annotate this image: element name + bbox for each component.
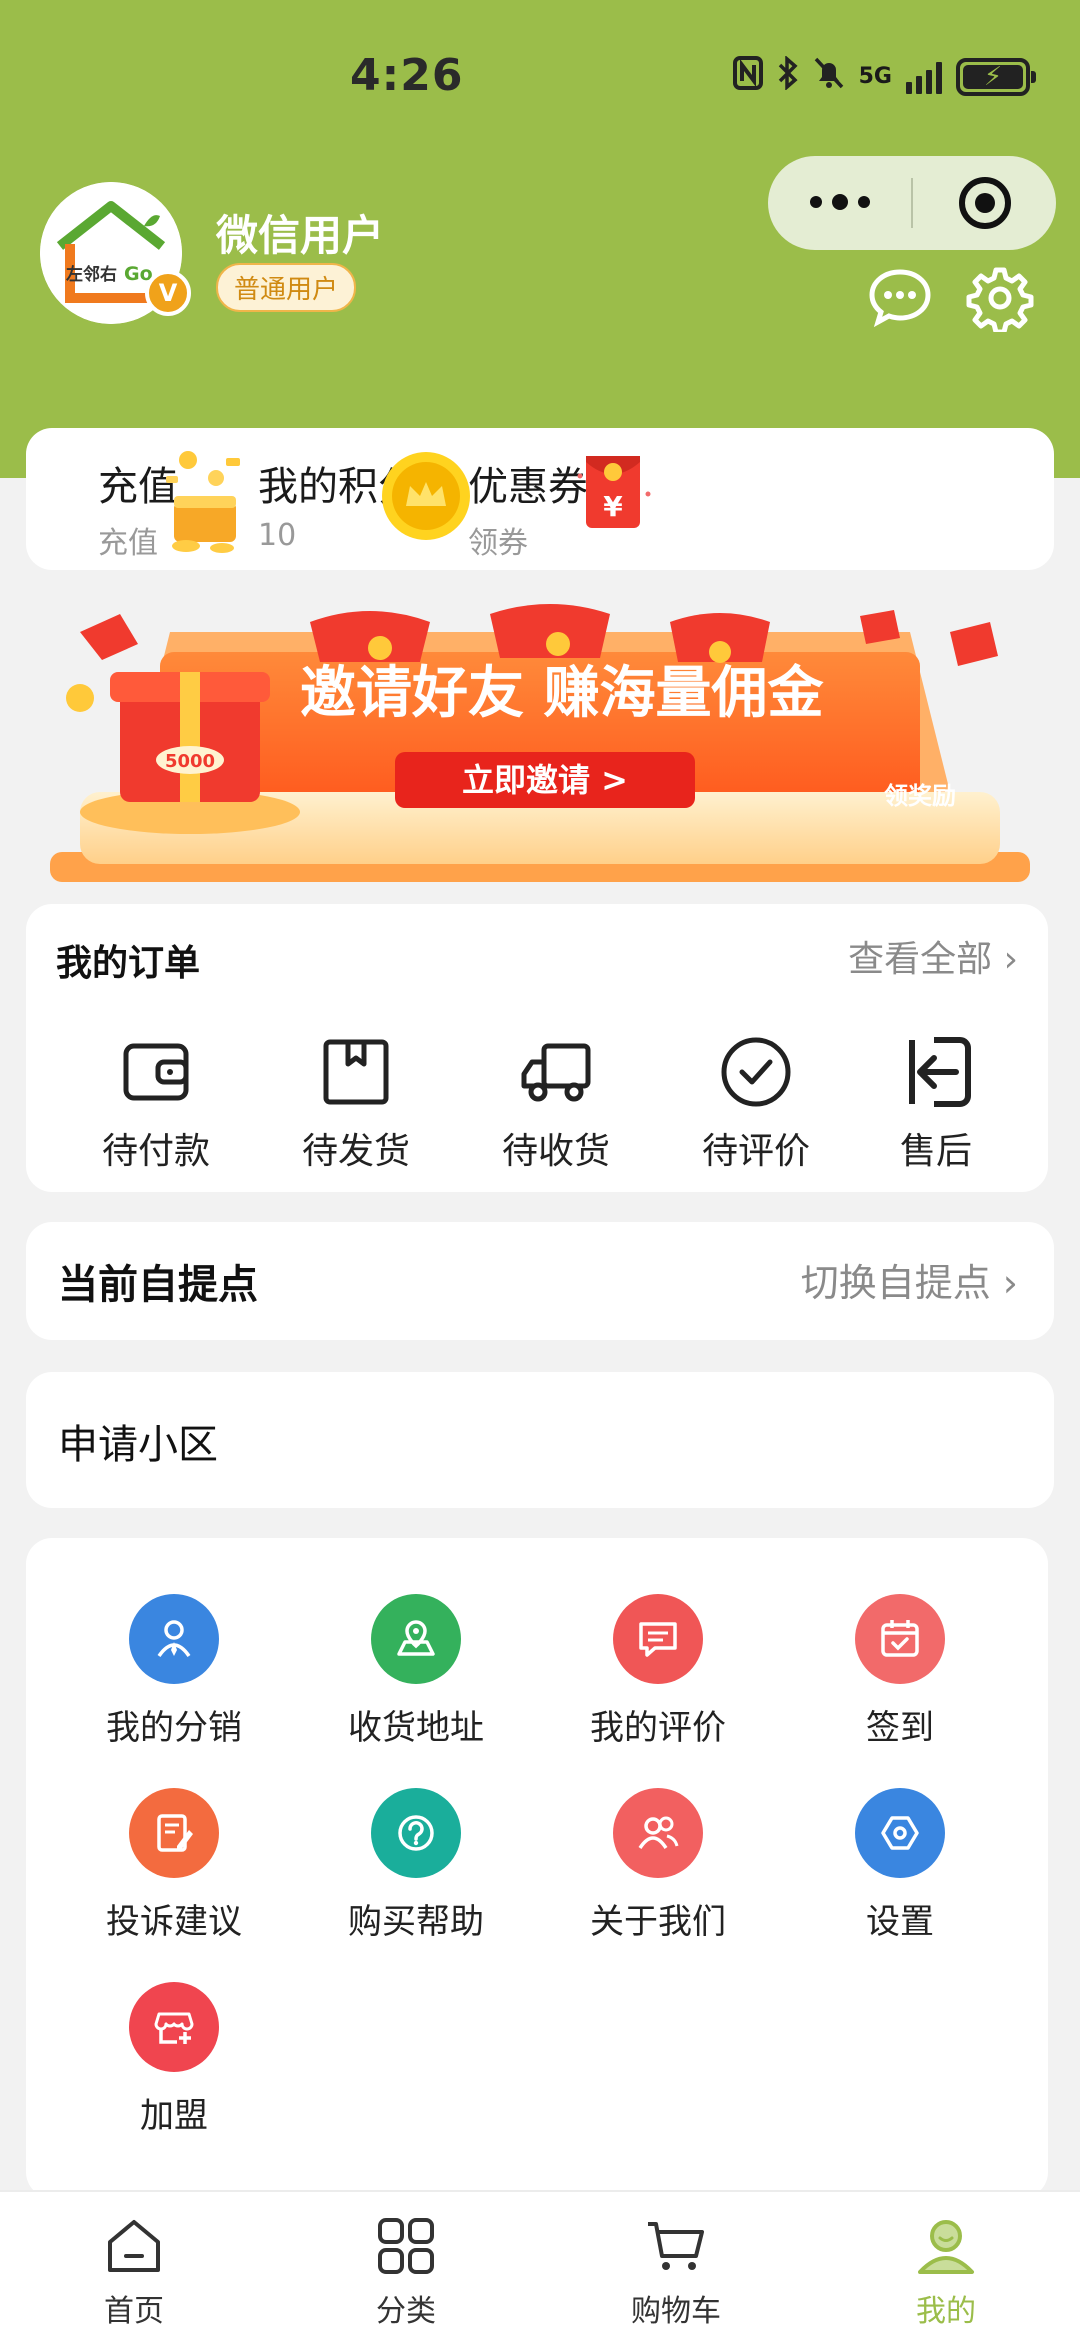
apply-community-title: 申请小区 [58, 1422, 218, 1468]
order-after-sales[interactable]: 售后 [856, 1034, 1016, 1174]
calendar-check-icon [855, 1594, 945, 1684]
svg-text:左邻右: 左邻右 [66, 264, 117, 285]
service-distribution[interactable]: 我的分销 [74, 1594, 274, 1749]
coupon-title: 优惠券 [468, 464, 588, 510]
edit-note-icon [129, 1788, 219, 1878]
service-label: 我的分销 [106, 1708, 242, 1748]
order-label: 待付款 [101, 1131, 210, 1172]
status-icons: 5G ⚡ [732, 55, 1036, 97]
order-label: 待评价 [701, 1131, 810, 1172]
order-pending-review[interactable]: 待评价 [676, 1034, 836, 1174]
location-map-icon [371, 1594, 461, 1684]
service-label: 关于我们 [590, 1902, 726, 1942]
service-about-us[interactable]: 关于我们 [558, 1788, 758, 1943]
coupon-entry[interactable]: 优惠券 领券 [468, 454, 588, 562]
service-label: 签到 [866, 1708, 934, 1748]
service-label: 购买帮助 [348, 1902, 484, 1942]
home-icon [108, 2220, 160, 2272]
order-pending-payment[interactable]: 待付款 [76, 1034, 236, 1174]
message-icon[interactable] [866, 264, 934, 332]
invite-banner[interactable]: 5000 邀请好友 赚海量佣金 立即邀请 > 领奖励 [50, 592, 1030, 882]
close-miniprogram-button[interactable] [913, 177, 1056, 229]
more-options-button[interactable] [768, 194, 911, 210]
assets-card: 充值 充值 我的积分 10 优惠券 领券 ¥ [26, 428, 1054, 570]
comment-icon [613, 1594, 703, 1684]
miniprogram-capsule [768, 156, 1056, 250]
service-label: 设置 [866, 1902, 934, 1942]
truck-icon [521, 1043, 591, 1102]
red-envelope-icon: ¥ [574, 446, 654, 550]
store-add-icon [129, 1982, 219, 2072]
tab-label: 首页 [104, 2294, 164, 2329]
battery-charging-icon: ⚡ [956, 57, 1036, 96]
wallet-icon [123, 1043, 189, 1101]
service-franchise[interactable]: 加盟 [74, 1982, 274, 2137]
grid-icon [378, 2218, 434, 2274]
tab-category[interactable]: 分类 [336, 2212, 476, 2330]
pickup-title: 当前自提点 [58, 1262, 258, 1308]
order-label: 待收货 [501, 1131, 610, 1172]
status-bar: 4:26 5G ⚡ [0, 0, 1080, 150]
coupon-sub: 领券 [468, 526, 528, 561]
user-level-badge: 普通用户 [216, 263, 357, 312]
pickup-point-card[interactable]: 当前自提点 切换自提点 › [26, 1222, 1054, 1340]
chevron-right-icon: › [1002, 1261, 1018, 1305]
svg-text:¥: ¥ [603, 490, 623, 523]
tab-home[interactable]: 首页 [64, 2212, 204, 2330]
help-icon [371, 1788, 461, 1878]
tab-label: 购物车 [631, 2294, 721, 2329]
services-card: 我的分销 收货地址 我的评价 签到 投诉建议 购买帮助 关于我们 设置 加盟 [26, 1538, 1048, 2198]
service-feedback[interactable]: 投诉建议 [74, 1788, 274, 1943]
package-icon [323, 1039, 389, 1105]
settings-hex-icon [855, 1788, 945, 1878]
view-all-orders-link[interactable]: 查看全部 › [848, 930, 1018, 982]
check-circle-icon [721, 1037, 791, 1107]
cart-icon [648, 2222, 704, 2270]
coin-pile-icon [156, 440, 256, 562]
orders-card: 我的订单 查看全部 › 待付款 待发货 待收货 待评价 售后 [26, 904, 1048, 1192]
invite-now-button[interactable]: 立即邀请 > [462, 761, 628, 799]
switch-pickup-link[interactable]: 切换自提点 › [801, 1252, 1018, 1307]
service-address[interactable]: 收货地址 [316, 1594, 516, 1749]
vip-badge: V [145, 270, 191, 316]
user-name: 微信用户 [216, 211, 385, 260]
network-type: 5G [858, 63, 892, 89]
status-time: 4:26 [350, 50, 464, 101]
service-my-reviews[interactable]: 我的评价 [558, 1594, 758, 1749]
bottom-tab-bar: 首页 分类 购物车 我的 [0, 2190, 1080, 2340]
service-settings[interactable]: 设置 [800, 1788, 1000, 1943]
order-pending-shipment[interactable]: 待发货 [276, 1034, 436, 1174]
chevron-right-icon: › [1003, 939, 1018, 980]
service-help[interactable]: 购买帮助 [316, 1788, 516, 1943]
tab-label: 我的 [916, 2294, 976, 2329]
nfc-icon [732, 56, 763, 97]
order-label: 待发货 [301, 1131, 410, 1172]
orders-title: 我的订单 [56, 943, 201, 984]
distributor-icon [129, 1594, 219, 1684]
banner-headline: 邀请好友 赚海量佣金 [300, 661, 824, 726]
tab-cart[interactable]: 购物车 [606, 2212, 746, 2330]
people-icon [613, 1788, 703, 1878]
profile-icon [918, 2220, 974, 2274]
tab-label: 分类 [376, 2294, 436, 2329]
service-label: 投诉建议 [106, 1902, 242, 1942]
bluetooth-icon [777, 55, 799, 97]
apply-community-card[interactable]: 申请小区 [26, 1372, 1054, 1508]
order-label: 售后 [899, 1131, 972, 1172]
bell-muted-icon [813, 56, 845, 97]
return-icon [909, 1037, 971, 1107]
service-label: 收货地址 [348, 1708, 484, 1748]
crown-coin-icon [378, 448, 474, 548]
service-label: 加盟 [140, 2096, 208, 2136]
gift-amount: 5000 [165, 751, 215, 772]
order-pending-receipt[interactable]: 待收货 [476, 1034, 636, 1174]
gear-icon[interactable] [966, 264, 1034, 335]
signal-icon [906, 60, 942, 94]
service-check-in[interactable]: 签到 [800, 1594, 1000, 1749]
tab-profile[interactable]: 我的 [876, 2212, 1016, 2330]
service-label: 我的评价 [590, 1708, 726, 1748]
reward-corner-label: 领奖励 [884, 782, 956, 810]
